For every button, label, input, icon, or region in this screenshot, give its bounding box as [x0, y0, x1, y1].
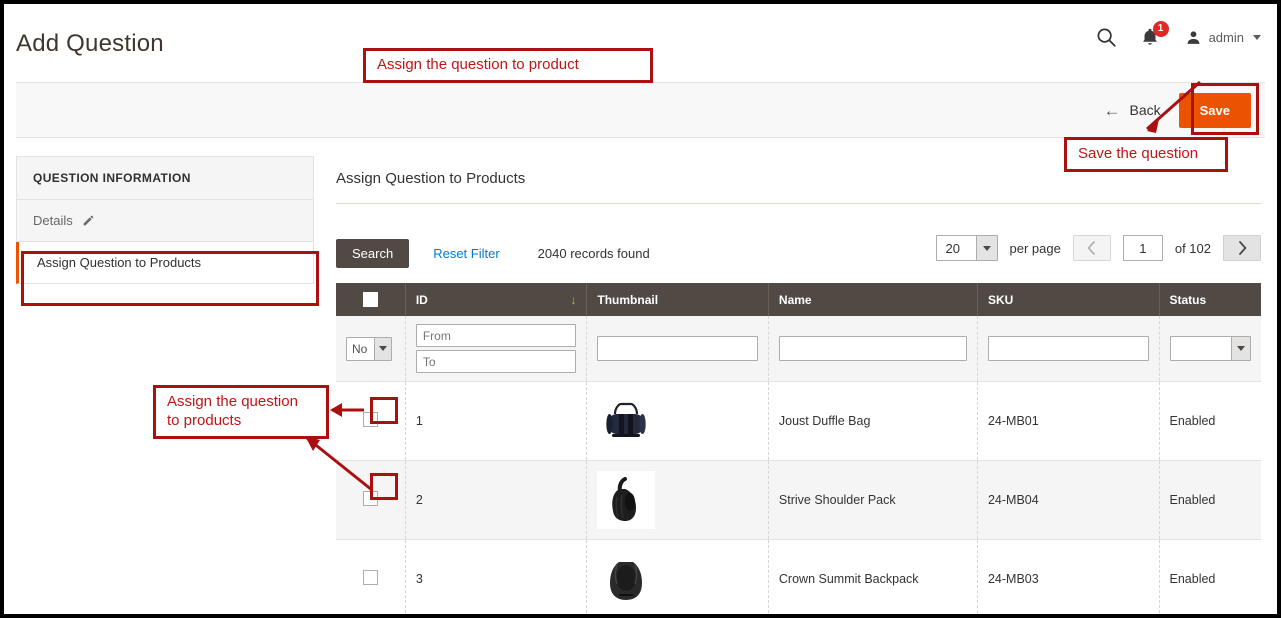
screen-frame: Add Question 1	[0, 0, 1281, 618]
arrow-to-save	[1147, 82, 1200, 133]
arrow-to-row2-checkbox	[305, 436, 372, 490]
arrow-to-row1-checkbox	[330, 403, 364, 417]
admin-page: Add Question 1	[4, 4, 1277, 614]
annotation-arrows	[4, 4, 1281, 618]
